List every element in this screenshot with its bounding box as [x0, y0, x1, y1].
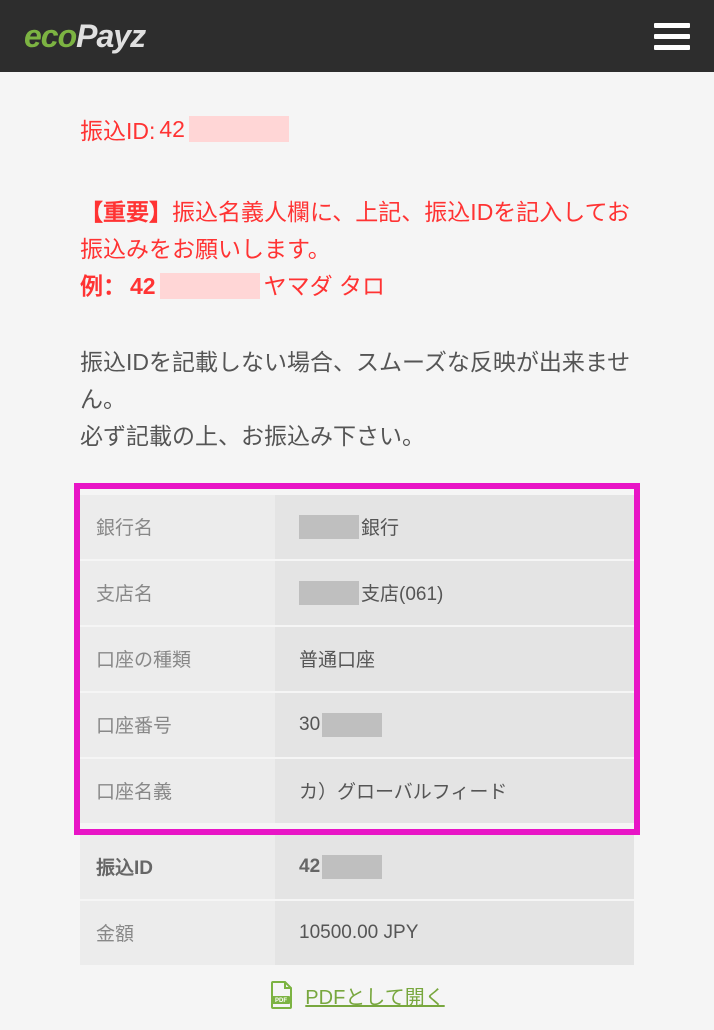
main-content: 振込ID: 42 【重要】振込名義人欄に、上記、振込IDを記入してお振込みをお願…: [0, 72, 714, 1030]
transfer-id-prefix: 42: [159, 116, 185, 143]
redacted-mask: [322, 855, 382, 879]
pdf-icon: PDF: [269, 981, 293, 1009]
table-row: 口座の種類 普通口座: [80, 627, 634, 691]
redacted-mask: [322, 713, 382, 737]
example-id: 42: [130, 268, 156, 305]
pdf-link[interactable]: PDF PDFとして開く: [80, 981, 634, 1010]
example-prefix: 例：: [80, 268, 126, 305]
transfer-id-row-value: 42: [275, 835, 634, 899]
example-name: ヤマダ タロ: [264, 268, 385, 305]
account-name-value: カ）グローバルフィード: [275, 759, 634, 823]
details-table: 銀行名 銀行 支店名 支店(061) 口座の種類 普通口座 口座番号: [80, 483, 634, 965]
note-line1: 振込IDを記載しない場合、スムーズな反映が出来ません。: [80, 344, 634, 418]
redacted-mask: [160, 273, 260, 299]
account-type-value: 普通口座: [275, 627, 634, 691]
table-row: 口座番号 30: [80, 693, 634, 757]
svg-text:PDF: PDF: [275, 998, 287, 1004]
transfer-id-label: 振込ID:: [80, 112, 155, 146]
redacted-mask: [299, 515, 359, 539]
app-header: ecoPayz: [0, 0, 714, 72]
table-row: 振込ID 42: [80, 835, 634, 899]
bank-value: 銀行: [275, 495, 634, 559]
highlight-box: 銀行名 銀行 支店名 支店(061) 口座の種類 普通口座 口座番号: [74, 483, 640, 835]
account-type-label: 口座の種類: [80, 627, 275, 691]
account-name-label: 口座名義: [80, 759, 275, 823]
table-row: 金額 10500.00 JPY: [80, 901, 634, 965]
transfer-id-line: 振込ID: 42: [80, 112, 634, 146]
logo-payz: Payz: [76, 18, 145, 54]
bank-label: 銀行名: [80, 495, 275, 559]
account-number-label: 口座番号: [80, 693, 275, 757]
important-marker: 【重要】: [80, 199, 172, 225]
table-row: 口座名義 カ）グローバルフィード: [80, 759, 634, 823]
amount-value: 10500.00 JPY: [275, 901, 634, 965]
pdf-link-text: PDFとして開く: [305, 981, 444, 1010]
logo: ecoPayz: [24, 18, 145, 55]
important-notice: 【重要】振込名義人欄に、上記、振込IDを記入してお振込みをお願いします。 例：4…: [80, 194, 634, 304]
branch-value: 支店(061): [275, 561, 634, 625]
amount-label: 金額: [80, 901, 275, 965]
transfer-id-row-label: 振込ID: [80, 835, 275, 899]
note-block: 振込IDを記載しない場合、スムーズな反映が出来ません。 必ず記載の上、お振込み下…: [80, 344, 634, 454]
redacted-mask: [299, 581, 359, 605]
note-line2: 必ず記載の上、お振込み下さい。: [80, 418, 634, 455]
table-row: 銀行名 銀行: [80, 495, 634, 559]
branch-label: 支店名: [80, 561, 275, 625]
account-number-value: 30: [275, 693, 634, 757]
logo-eco: eco: [24, 18, 76, 54]
menu-icon[interactable]: [654, 23, 690, 50]
table-row: 支店名 支店(061): [80, 561, 634, 625]
redacted-mask: [189, 116, 289, 142]
